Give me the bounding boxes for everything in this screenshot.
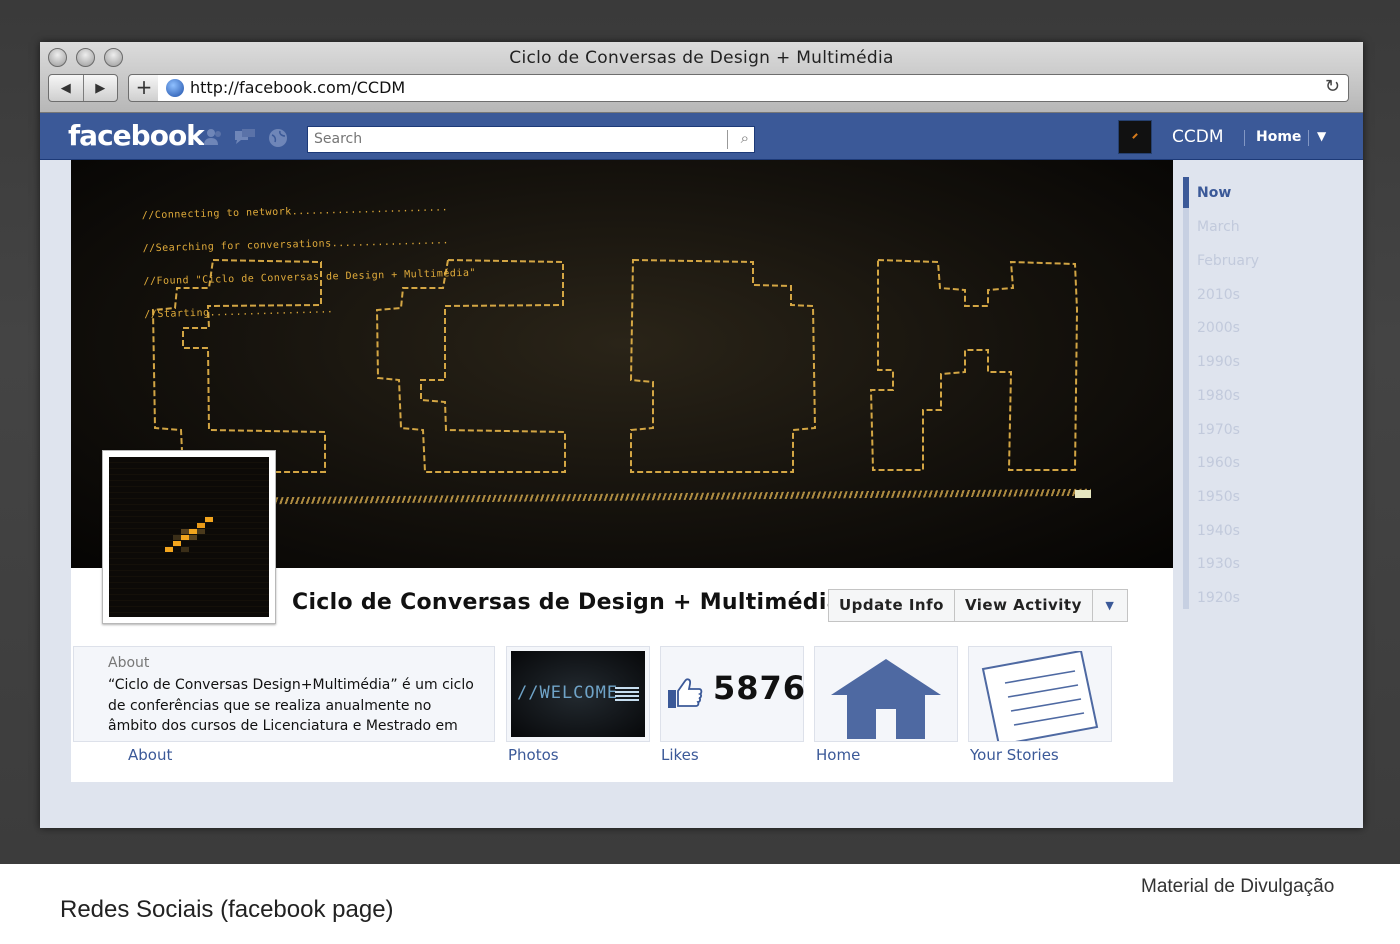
likes-count: 5876 (713, 669, 807, 707)
facebook-logo[interactable]: facebook (68, 119, 205, 152)
update-info-button[interactable]: Update Info (829, 590, 955, 621)
timeline-item[interactable]: 1970s (1197, 422, 1240, 438)
document-icon (981, 651, 1099, 741)
timeline-item[interactable]: February (1197, 253, 1259, 269)
forward-button[interactable]: ▶ (84, 75, 118, 101)
timeline-item[interactable]: 1950s (1197, 489, 1240, 505)
url-text[interactable]: http://facebook.com/CCDM (190, 78, 405, 97)
console-line: //Connecting to network.................… (141, 202, 449, 222)
stories-label[interactable]: Your Stories (970, 746, 1059, 764)
view-activity-button[interactable]: View Activity (955, 590, 1093, 621)
search-input[interactable] (308, 127, 730, 150)
caption-left: Redes Sociais (facebook page) (60, 896, 394, 923)
nav-divider (1244, 130, 1245, 146)
welcome-cursor (615, 687, 639, 703)
timeline-item[interactable]: 1990s (1197, 354, 1240, 370)
timeline-item[interactable]: 1920s (1197, 590, 1240, 606)
reload-icon[interactable]: ↻ (1325, 76, 1340, 97)
loading-progress-bar (270, 488, 1092, 505)
back-button[interactable]: ◀ (49, 75, 84, 101)
timeline-marker (1183, 177, 1189, 208)
profile-actions: Update Info View Activity ▼ (828, 589, 1128, 622)
ccdm-logo-art (151, 258, 1079, 473)
likes-tab[interactable]: 5876 (660, 646, 807, 742)
like-thumb-icon (668, 678, 703, 708)
likes-label[interactable]: Likes (661, 746, 699, 764)
facebook-top-bar: facebook ⌕ CCDM Home ▼ (40, 113, 1363, 160)
more-options-button[interactable]: ▼ (1093, 590, 1127, 621)
timeline-item[interactable]: 1980s (1197, 388, 1240, 404)
timeline-item[interactable]: March (1197, 219, 1240, 235)
progress-cursor (1075, 490, 1091, 498)
home-tab[interactable] (814, 646, 958, 742)
profile-picture[interactable] (102, 450, 276, 624)
history-nav: ◀ ▶ (48, 74, 118, 102)
search-divider (727, 130, 728, 149)
stories-tab[interactable] (968, 646, 1112, 742)
about-text: “Ciclo de Conversas Design+Multimédia” é… (108, 677, 474, 734)
search-box[interactable]: ⌕ (307, 126, 755, 153)
window-title: Ciclo de Conversas de Design + Multimédi… (509, 48, 894, 68)
friend-requests-icon[interactable] (203, 128, 223, 145)
account-menu-icon[interactable]: ▼ (1317, 129, 1326, 143)
timeline-item[interactable]: Now (1197, 185, 1231, 201)
profile-thumbnail[interactable] (1118, 120, 1152, 154)
about-heading: About (108, 655, 150, 671)
timeline-item[interactable]: 1940s (1197, 523, 1240, 539)
notifications-icon[interactable] (268, 128, 288, 147)
timeline-track (1183, 177, 1189, 609)
about-link[interactable]: About (128, 746, 172, 764)
about-summary[interactable]: About “Ciclo de Conversas Design+Multimé… (73, 646, 495, 742)
nav-divider (1308, 130, 1309, 146)
timeline-item[interactable]: 2010s (1197, 287, 1240, 303)
browser-window: Ciclo de Conversas de Design + Multimédi… (40, 42, 1363, 828)
house-icon (831, 659, 941, 739)
caption-right: Material de Divulgação (1141, 876, 1335, 897)
page-title: Ciclo de Conversas de Design + Multimédi… (292, 590, 842, 615)
search-icon[interactable]: ⌕ (741, 129, 749, 147)
photos-label[interactable]: Photos (508, 746, 559, 764)
globe-icon (166, 79, 184, 97)
profile-name-link[interactable]: CCDM (1172, 127, 1224, 147)
timeline-item[interactable]: 1960s (1197, 455, 1240, 471)
add-bookmark-button[interactable]: + (128, 74, 160, 102)
page-content: //Connecting to network.................… (71, 160, 1173, 782)
welcome-text: //WELCOME (517, 683, 619, 703)
timeline-item[interactable]: 1930s (1197, 556, 1240, 572)
address-bar[interactable]: http://facebook.com/CCDM ↻ (158, 74, 1349, 102)
messages-icon[interactable] (234, 128, 255, 145)
profile-picture-image (109, 457, 269, 617)
home-label[interactable]: Home (816, 746, 860, 764)
photos-thumbnail: //WELCOME (511, 651, 645, 737)
browser-chrome: Ciclo de Conversas de Design + Multimédi… (40, 42, 1363, 113)
home-link[interactable]: Home (1256, 129, 1301, 145)
timeline-item[interactable]: 2000s (1197, 320, 1240, 336)
photos-tab[interactable]: //WELCOME (506, 646, 650, 742)
